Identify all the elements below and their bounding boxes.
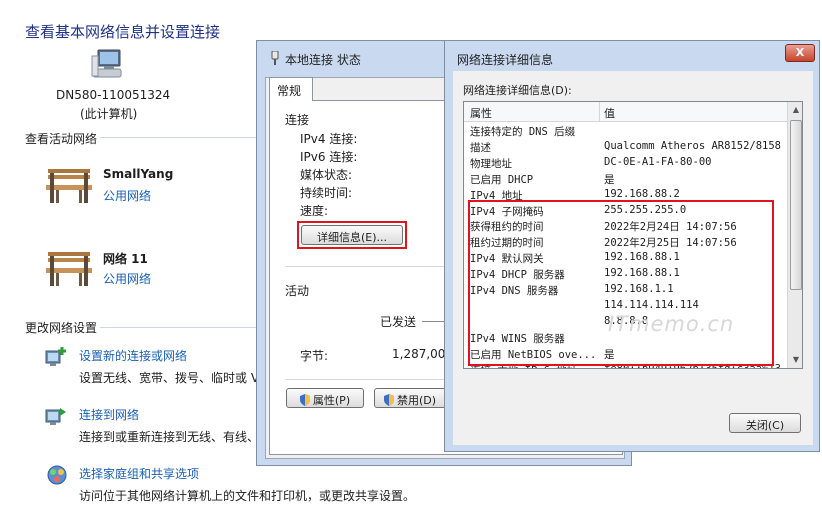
bytes-label: 字节: [300, 349, 329, 363]
network-details-dialog: 网络连接详细信息 X 网络连接详细信息(D): 属性 值 连接特定的 DNS 后… [444, 40, 820, 452]
close-icon[interactable]: X [785, 44, 815, 62]
disable-button-label: 禁用(D) [396, 394, 437, 407]
setup-connection-link[interactable]: 设置新的连接或网络 [79, 347, 187, 364]
vertical-scrollbar[interactable]: ▲ ▼ [787, 102, 802, 368]
network-name: SmallYang [103, 167, 174, 181]
section-divider [285, 266, 445, 267]
section-divider [285, 379, 445, 380]
field-label: 持续时间: [300, 186, 353, 200]
active-networks-heading: 查看活动网络 [25, 132, 98, 146]
activity-section-label: 活动 [285, 284, 310, 298]
public-network-icon [44, 248, 96, 288]
network-type-link[interactable]: 公用网络 [103, 270, 151, 287]
close-button[interactable]: 关闭(C) [729, 413, 801, 433]
dialog-title: 网络连接详细信息 [457, 53, 554, 67]
computer-icon [90, 48, 126, 82]
column-header-property[interactable]: 属性 [470, 105, 492, 121]
public-network-icon [44, 165, 96, 205]
scroll-up-arrow-icon[interactable]: ▲ [790, 104, 802, 116]
field-label: IPv6 连接: [300, 150, 358, 164]
task-description: 连接到或重新连接到无线、有线、 [79, 430, 260, 444]
homegroup-icon [44, 463, 70, 487]
highlight-box [468, 200, 774, 366]
row-property[interactable]: 描述 [470, 140, 491, 155]
page-title: 查看基本网络信息并设置连接 [25, 23, 221, 41]
network-type-link[interactable]: 公用网络 [103, 187, 151, 204]
tab-general[interactable]: 常规 [269, 77, 313, 101]
dialog-title: 本地连接 状态 [285, 53, 361, 67]
network-name: 网络 11 [103, 252, 148, 266]
watermark: ITmemo.cn [608, 312, 735, 336]
task-description: 访问位于其他网络计算机上的文件和打印机，或更改共享设置。 [79, 489, 416, 503]
uac-shield-icon [299, 394, 310, 406]
row-property[interactable]: 已启用 DHCP [470, 172, 533, 187]
new-connection-icon [44, 345, 70, 369]
column-divider [599, 102, 600, 122]
section-divider [100, 137, 256, 138]
column-header-value[interactable]: 值 [604, 105, 615, 121]
uac-shield-icon [383, 394, 394, 406]
row-value[interactable]: 192.168.88.2 [604, 188, 786, 200]
row-value[interactable]: DC-0E-A1-FA-80-00 [604, 156, 786, 168]
task-description: 设置无线、宽带、拨号、临时或 V [79, 371, 260, 385]
field-label: 媒体状态: [300, 168, 353, 182]
disable-button[interactable]: 禁用(D) [374, 388, 446, 408]
section-divider [100, 327, 256, 328]
details-caption: 网络连接详细信息(D): [463, 84, 572, 97]
field-label: IPv4 连接: [300, 132, 358, 146]
row-property[interactable]: 物理地址 [470, 156, 512, 171]
properties-button-label: 属性(P) [312, 394, 351, 407]
homegroup-sharing-link[interactable]: 选择家庭组和共享选项 [79, 465, 199, 482]
computer-subtitle: (此计算机) [80, 107, 138, 121]
connection-section-label: 连接 [285, 113, 310, 127]
highlight-box [297, 221, 407, 249]
sent-label: 已发送 [380, 315, 417, 329]
properties-button[interactable]: 属性(P) [286, 388, 364, 408]
connect-to-network-link[interactable]: 连接到网络 [79, 406, 139, 423]
field-label: 速度: [300, 204, 329, 218]
scroll-down-arrow-icon[interactable]: ▼ [790, 354, 802, 366]
change-settings-heading: 更改网络设置 [25, 321, 98, 335]
list-header: 属性 值 [464, 102, 787, 122]
row-value[interactable]: Qualcomm Atheros AR8152/8158 P [604, 140, 786, 152]
dialog-body: 网络连接详细信息(D): 属性 值 连接特定的 DNS 后缀 描述 Qualcomm… [453, 71, 813, 445]
network-adapter-icon [269, 50, 281, 65]
computer-name: DN580-110051324 [56, 88, 171, 102]
row-value[interactable]: 是 [604, 172, 786, 187]
row-property[interactable]: 连接特定的 DNS 后缀 [470, 124, 575, 139]
connect-network-icon [44, 404, 70, 428]
scroll-thumb[interactable] [790, 120, 802, 290]
